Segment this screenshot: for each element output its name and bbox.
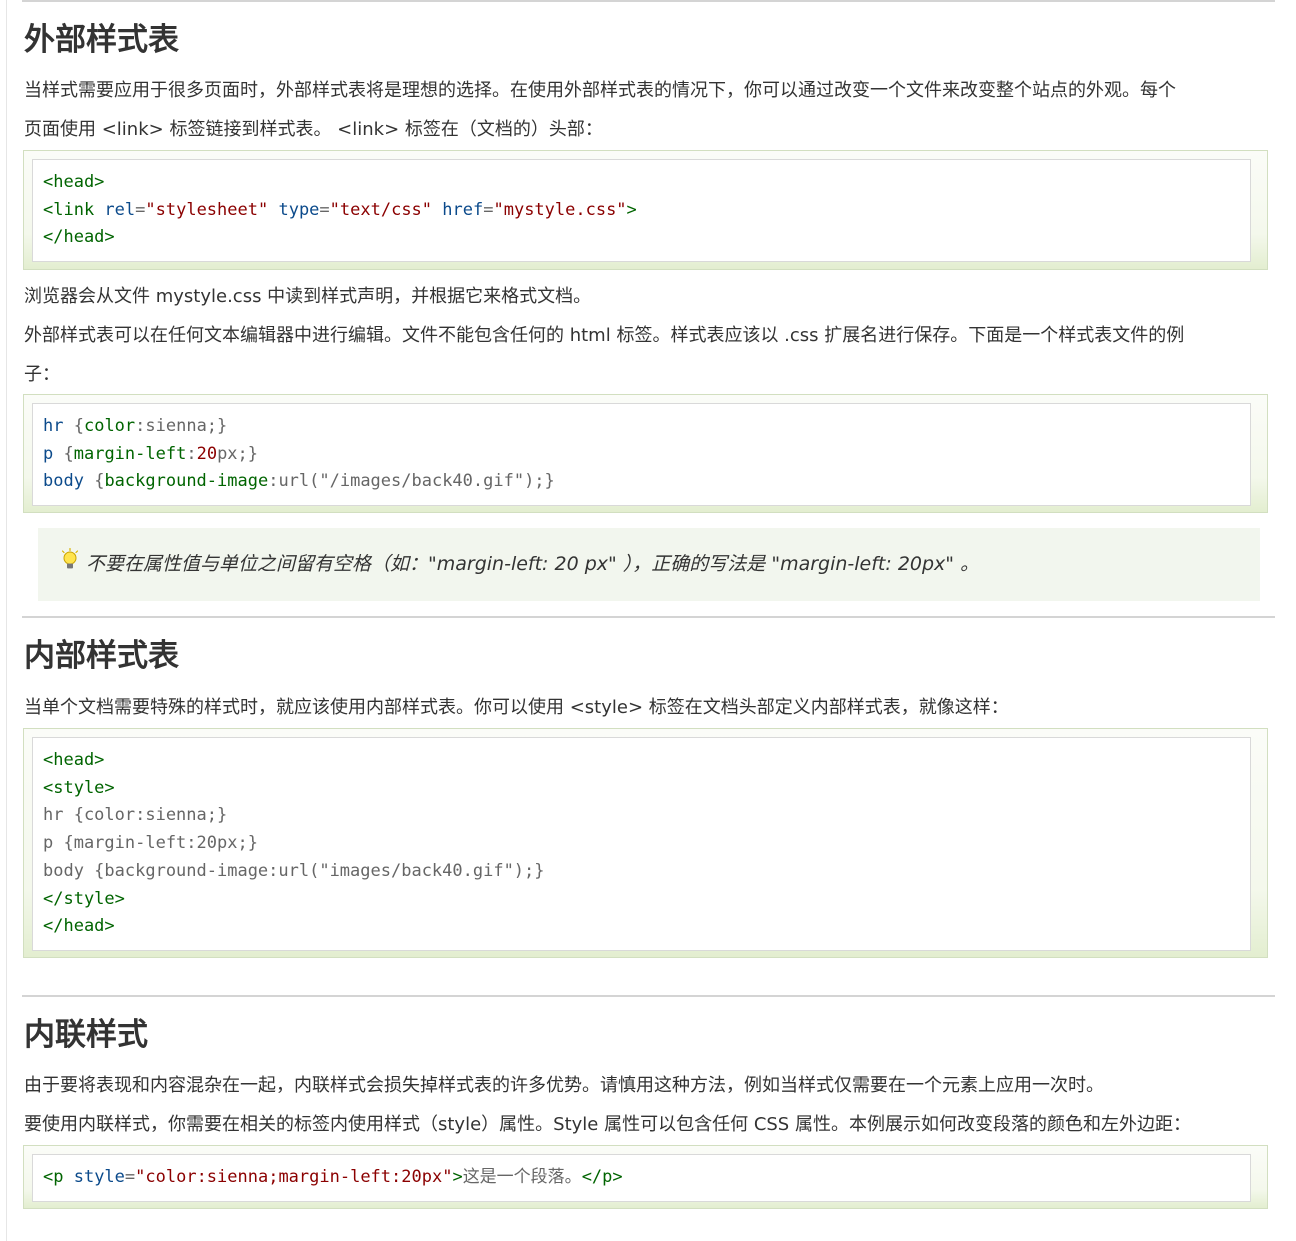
code-token: body [43, 471, 84, 492]
left-border [6, 0, 7, 1241]
paragraph-inline-intro-2: 要使用内联样式，你需要在相关的标签内使用样式（style）属性。Style 属性… [24, 1114, 1191, 1135]
divider-top [22, 0, 1275, 2]
code-line: </head> [43, 916, 115, 937]
code-token: <p [43, 1167, 74, 1187]
code-token: 这是一个段落。 [462, 1167, 582, 1187]
paragraph-inline-intro-1: 由于要将表现和内容混杂在一起，内联样式会损失掉样式表的许多优势。请慎用这种方法，… [24, 1075, 1104, 1096]
code-token: </head> [43, 227, 115, 248]
code-token: type [278, 199, 320, 220]
code-token: :url("/images/back40.gif");} [268, 471, 555, 492]
code-line: body {background-image:url("/images/back… [43, 468, 1240, 496]
lightbulb-icon [60, 548, 80, 574]
code-block-link: <head> <link rel="stylesheet" type="text/… [23, 150, 1268, 270]
paragraph-external-intro-1: 当样式需要应用于很多页面时，外部样式表将是理想的选择。在使用外部样式表的情况下，… [24, 80, 1176, 101]
paragraph-browser-reads: 浏览器会从文件 mystyle.css 中读到样式声明，并根据它来格式文档。 [24, 286, 592, 307]
code-token: hr [43, 416, 64, 436]
code-line: <head> [43, 750, 105, 770]
code-token: p [43, 443, 54, 464]
code-token: { [53, 443, 74, 464]
code-token: "mystyle.css" [493, 199, 627, 220]
code-token: :sienna;} [135, 416, 228, 436]
code-line: <head> [43, 169, 1240, 197]
code-block-css-file: hr {color:sienna;} p {margin-left:20px;} b… [23, 394, 1268, 513]
section-title-external: 外部样式表 [24, 22, 179, 58]
code-token: margin-left [73, 443, 187, 464]
code-line: body {background-image:url("images/back4… [43, 860, 545, 881]
code-token: "text/css" [329, 199, 433, 220]
divider-inline [22, 995, 1275, 997]
code-token: = [483, 199, 494, 220]
code-line: p {margin-left:20px;} [43, 441, 1240, 469]
code-line: </head> [43, 224, 1240, 252]
section-title-inline: 内联样式 [24, 1017, 148, 1053]
divider-internal [22, 616, 1275, 618]
code-line: <p style="color:sienna;margin-left:20px"… [43, 1164, 1240, 1192]
tip-box: 不要在属性值与单位之间留有空格（如："margin-left: 20 px" ）… [38, 528, 1260, 601]
code-token: href [442, 199, 484, 220]
paragraph-internal-intro: 当单个文档需要特殊的样式时，就应该使用内部样式表。你可以使用 <style> 标… [24, 697, 1009, 718]
code-token: : [186, 443, 197, 464]
paragraph-editor-1: 外部样式表可以在任何文本编辑器中进行编辑。文件不能包含任何的 html 标签。样… [24, 325, 1185, 346]
code-token: > [452, 1167, 463, 1187]
code-token: rel [104, 199, 136, 220]
code-token: color [83, 416, 136, 436]
paragraph-external-intro-2: 页面使用 <link> 标签链接到样式表。 <link> 标签在（文档的）头部： [24, 119, 603, 140]
code-block-inline-inner: <p style="color:sienna;margin-left:20px"… [32, 1154, 1251, 1202]
code-token: { [83, 471, 105, 492]
code-token: background-image [104, 471, 269, 492]
code-token: = [124, 1167, 136, 1187]
code-block-link-inner: <head> <link rel="stylesheet" type="text/… [32, 159, 1251, 263]
code-line: <link rel="stylesheet" type="text/css" h… [43, 197, 1240, 225]
code-block-style-inner: <head> <style> hr {color:sienna;} p {margin… [32, 737, 1251, 951]
page: 外部样式表 当样式需要应用于很多页面时，外部样式表将是理想的选择。在使用外部样式… [0, 0, 1296, 1241]
code-line: p {margin-left:20px;} [43, 833, 258, 854]
code-block-inline: <p style="color:sienna;margin-left:20px"… [23, 1145, 1268, 1209]
code-token: </p> [581, 1167, 623, 1187]
code-block-css-file-inner: hr {color:sienna;} p {margin-left:20px;} b… [32, 403, 1251, 507]
code-token: "stylesheet" [145, 199, 269, 220]
code-token: = [319, 199, 330, 220]
code-line: hr {color:sienna;} [43, 413, 1240, 441]
paragraph-editor-2: 子： [24, 364, 60, 385]
code-token: 20 [196, 443, 218, 464]
code-block-style: <head> <style> hr {color:sienna;} p {margin… [23, 728, 1268, 958]
code-line: hr {color:sienna;} [43, 805, 228, 826]
code-line: <style> [43, 777, 115, 798]
code-token: <link [43, 199, 105, 220]
code-token: px;} [217, 443, 259, 464]
code-token: > [626, 199, 637, 220]
code-token: style [73, 1167, 125, 1187]
code-token: { [63, 416, 84, 436]
tip-text: 不要在属性值与单位之间留有空格（如："margin-left: 20 px" ）… [86, 553, 980, 575]
code-line: </style> [43, 888, 125, 909]
section-title-internal: 内部样式表 [24, 638, 179, 674]
code-token: <head> [43, 172, 105, 192]
code-token: = [135, 199, 146, 220]
code-token: "color:sienna;margin-left:20px" [135, 1167, 453, 1187]
